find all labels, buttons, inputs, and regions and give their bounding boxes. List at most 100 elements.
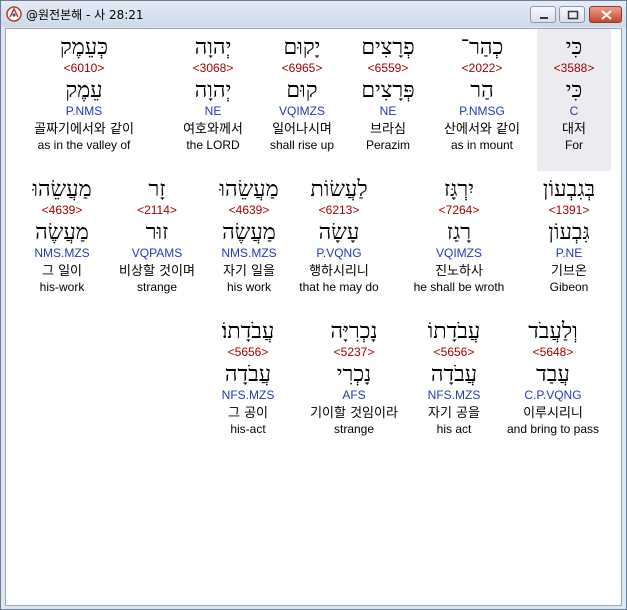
korean-gloss: 브라심 (370, 122, 406, 137)
word-cell[interactable]: כְהַר־ <2022> הַר P.NMSG 산에서와 같이 as in m… (430, 33, 534, 171)
english-gloss: his-work (39, 280, 85, 294)
title-bar[interactable]: @원전본해 - 사 28:21 (1, 1, 626, 27)
hebrew-word: יִרְגָּז (444, 177, 474, 202)
morphology-code: P.NMSG (459, 104, 505, 118)
hebrew-word: יָקוּם (283, 35, 321, 60)
hebrew-root: עֲבֹדָה (430, 362, 478, 387)
interlinear-pane[interactable]: כְּעֵמֶק <6010> עֵמֶק P.NMS 골짜기에서와 같이 as… (5, 28, 622, 606)
word-cell-selected[interactable]: כִּי <3588> כִּי C 대저 For (537, 29, 611, 171)
minimize-icon (540, 17, 548, 19)
korean-gloss: 행하시리니 (309, 264, 369, 279)
morphology-code: NE (379, 104, 397, 118)
strong-number[interactable]: <5656> (412, 345, 496, 359)
word-cell[interactable]: יְהוָה <3068> יְהוָה NE 여호와께서 the LORD (164, 33, 262, 171)
hebrew-root: זוּר (145, 220, 169, 245)
strong-number[interactable]: <6010> (20, 61, 148, 75)
strong-number[interactable]: <2022> (430, 61, 534, 75)
korean-gloss: 골짜기에서와 같이 (34, 122, 134, 137)
strong-number[interactable]: <6559> (346, 61, 430, 75)
word-cell[interactable]: יִרְגָּז <7264> רָגַז VQIMZS 진노하사 he sha… (404, 175, 514, 307)
hebrew-root: עָשָׂה (318, 220, 360, 245)
hebrew-root: עֵמֶק (65, 78, 103, 103)
hebrew-word: מַעֲשֵׂהוּ (32, 177, 92, 202)
strong-number[interactable]: <6213> (292, 203, 386, 217)
maximize-icon (567, 10, 579, 20)
english-gloss: and bring to pass (506, 422, 600, 436)
strong-number[interactable]: <7264> (404, 203, 514, 217)
english-gloss: the LORD (186, 138, 240, 152)
morphology-code: P.NE (555, 246, 583, 260)
word-cell[interactable]: מַעֲשֵׂהוּ <4639> מַעֲשֶׂה NMS.MZS 그 일이 … (20, 175, 104, 307)
strong-number[interactable]: <1391> (526, 203, 612, 217)
hebrew-root: עֲבַד (536, 362, 570, 387)
korean-gloss: 이루시리니 (523, 406, 583, 421)
hebrew-word: יְהוָה (194, 35, 232, 60)
word-cell[interactable]: יָקוּם <6965> קוּם VQIMZS 일어나시며 shall ri… (256, 33, 348, 171)
word-cell[interactable]: מַעֲשֵׂהוּ <4639> מַעֲשֶׂה NMS.MZS 자기 일을… (210, 175, 288, 307)
morphology-code: VQPAMS (131, 246, 183, 260)
hebrew-root: הַר (470, 78, 494, 103)
word-cell[interactable]: בְּגִבְעוֹן <1391> גִּבְעוֹן P.NE 기브온 Gi… (526, 175, 612, 307)
english-gloss: he shall be wroth (413, 280, 505, 294)
strong-number[interactable]: <3068> (164, 61, 262, 75)
hebrew-word: מַעֲשֵׂהוּ (219, 177, 279, 202)
hebrew-root: מַעֲשֶׂה (35, 220, 89, 245)
korean-gloss: 자기 공을 (428, 406, 480, 421)
morphology-code: NMS.MZS (34, 246, 90, 260)
strong-number[interactable]: <6965> (256, 61, 348, 75)
hebrew-word: בְּגִבְעוֹן (542, 177, 596, 202)
morphology-code: VQIMZS (435, 246, 482, 260)
korean-gloss: 그 일이 (41, 264, 82, 279)
strong-number[interactable]: <5656> (202, 345, 294, 359)
morphology-code: AFS (342, 388, 366, 402)
word-cell[interactable]: עֲבֹדָתוֹ׃ <5656> עֲבֹדָה NFS.MZS 그 공이 h… (202, 317, 294, 449)
morphology-code: C.P.VQNG (524, 388, 582, 402)
korean-gloss: 기이할 것임이라 (310, 406, 398, 421)
word-cell[interactable]: לַעֲשׂוֹת <6213> עָשָׂה P.VQNG 행하시리니 tha… (292, 175, 386, 307)
word-cell[interactable]: וְלַעֲבֹד <5648> עֲבַד C.P.VQNG 이루시리니 an… (498, 317, 608, 449)
hebrew-word: כִּי (565, 35, 583, 60)
korean-gloss: 일어나시며 (272, 122, 332, 137)
app-window: @원전본해 - 사 28:21 כְּעֵמֶק <6010> עֵמֶק P.… (0, 0, 627, 610)
word-cell[interactable]: עֲבֹדָתוֹ <5656> עֲבֹדָה NFS.MZS 자기 공을 h… (412, 317, 496, 449)
app-icon (6, 6, 22, 22)
hebrew-word: פְרָצִים (361, 35, 415, 60)
strong-number[interactable]: <5237> (296, 345, 412, 359)
word-cell[interactable]: זָר <2114> זוּר VQPAMS 비상할 것이며 strange (106, 175, 208, 307)
morphology-code: P.VQNG (316, 246, 362, 260)
strong-number[interactable]: <5648> (498, 345, 608, 359)
strong-number[interactable]: <4639> (20, 203, 104, 217)
word-cell[interactable]: כְּעֵמֶק <6010> עֵמֶק P.NMS 골짜기에서와 같이 as… (20, 33, 148, 171)
hebrew-word: זָר (148, 177, 166, 202)
english-gloss: as in mount (450, 138, 514, 152)
hebrew-root: רָגַז (446, 220, 472, 245)
maximize-button[interactable] (559, 6, 585, 23)
strong-number[interactable]: <2114> (106, 203, 208, 217)
window-title: @원전본해 - 사 28:21 (26, 8, 144, 22)
hebrew-word: וְלַעֲבֹד (528, 319, 578, 344)
strong-number[interactable]: <4639> (210, 203, 288, 217)
close-button[interactable] (589, 6, 622, 23)
hebrew-word: כְהַר־ (460, 35, 504, 60)
korean-gloss: 비상할 것이며 (119, 264, 195, 279)
hebrew-root: כִּי (565, 78, 583, 103)
hebrew-word: עֲבֹדָתוֹ (427, 319, 481, 344)
minimize-button[interactable] (530, 6, 556, 23)
hebrew-word: כְּעֵמֶק (59, 35, 109, 60)
hebrew-root: יְהוָה (194, 78, 232, 103)
morphology-code: NMS.MZS (221, 246, 277, 260)
korean-gloss: 자기 일을 (223, 264, 275, 279)
korean-gloss: 기브온 (551, 264, 587, 279)
hebrew-word: נָכְרִיָּה (330, 319, 378, 344)
word-cell[interactable]: פְרָצִים <6559> פְּרָצִים NE 브라심 Perazim (346, 33, 430, 171)
word-cell[interactable]: נָכְרִיָּה <5237> נָכְרִי AFS 기이할 것임이라 s… (296, 317, 412, 449)
english-gloss: Gibeon (549, 280, 589, 294)
hebrew-root: מַעֲשֶׂה (222, 220, 276, 245)
korean-gloss: 진노하사 (435, 264, 483, 279)
strong-number[interactable]: <3588> (537, 61, 611, 75)
hebrew-root: גִּבְעוֹן (548, 220, 590, 245)
morphology-code: NFS.MZS (427, 388, 481, 402)
morphology-code: P.NMS (65, 104, 103, 118)
hebrew-root: קוּם (286, 78, 318, 103)
english-gloss: For (565, 138, 583, 152)
